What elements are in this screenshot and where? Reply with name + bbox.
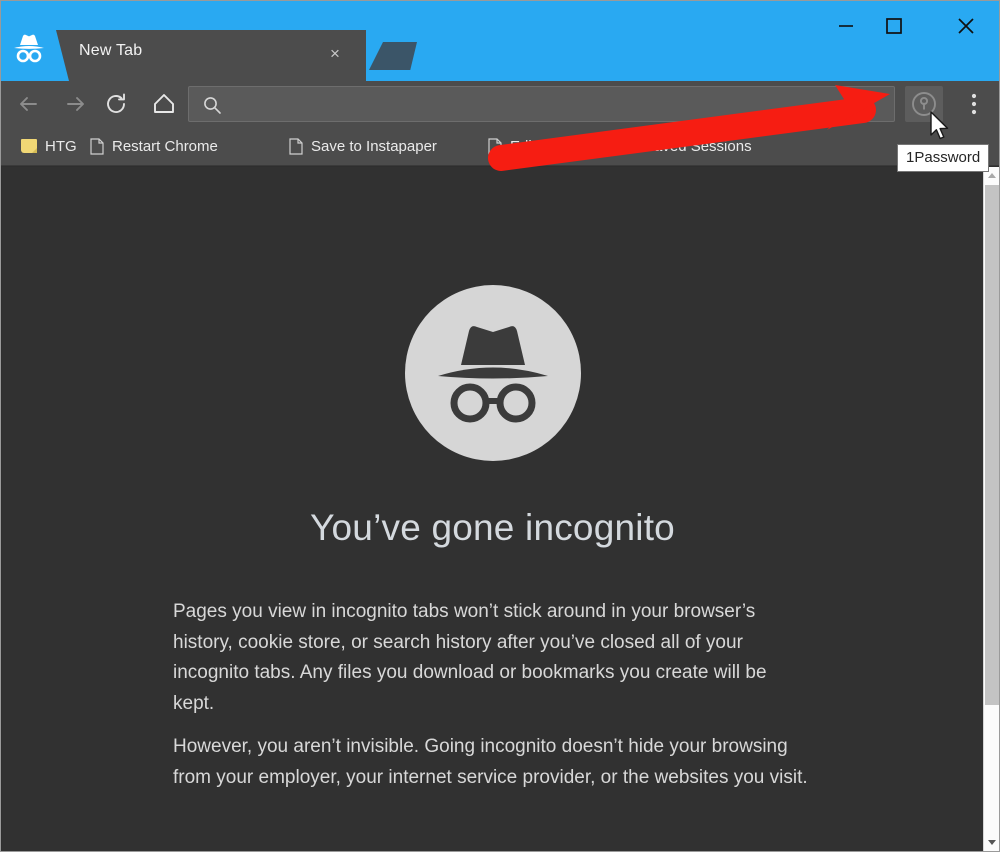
page-icon	[90, 137, 104, 155]
address-bar-input[interactable]	[231, 95, 871, 115]
bookmark-label: Edit Page	[510, 137, 576, 155]
1password-toolbar-button[interactable]	[905, 86, 943, 122]
bookmark-edit-page[interactable]: Edit Page	[482, 126, 581, 166]
bookmark-label: Save to Instapaper	[311, 137, 437, 155]
reload-icon[interactable]	[100, 88, 134, 120]
new-tab-button[interactable]	[369, 42, 417, 70]
bookmark-label: Saved Sessions	[644, 137, 752, 155]
incognito-paragraph-2: However, you aren’t invisible. Going inc…	[173, 736, 808, 788]
bookmark-label: HTG	[45, 137, 77, 155]
chrome-menu-icon[interactable]	[959, 87, 989, 121]
bookmarks-bar: HTG Restart Chrome Save to Instapaper Ed…	[1, 126, 999, 166]
incognito-paragraph-1: Pages you view in incognito tabs won’t s…	[173, 601, 767, 714]
address-bar[interactable]	[188, 86, 895, 122]
bookmark-restart-chrome[interactable]: Restart Chrome	[84, 126, 224, 166]
scrollbar-down-arrow-icon[interactable]	[984, 834, 999, 851]
back-icon[interactable]	[13, 88, 47, 120]
bookmark-saved-sessions[interactable]: Saved Sessions	[614, 126, 758, 166]
folder-icon	[21, 139, 37, 153]
tab-close-icon[interactable]: ×	[323, 42, 347, 66]
incognito-hat-glasses-icon	[404, 285, 581, 461]
tooltip-1password: 1Password	[897, 144, 990, 172]
window-close-button[interactable]	[942, 6, 990, 46]
page-title: You’ve gone incognito	[310, 507, 675, 548]
tab-title: New Tab	[79, 42, 143, 59]
bookmark-htg[interactable]: HTG	[15, 126, 83, 166]
folder-icon	[620, 139, 636, 153]
search-icon	[202, 95, 222, 115]
page-icon	[289, 137, 303, 155]
incognito-new-tab-page: You’ve gone incognito Pages you view in …	[2, 167, 983, 851]
forward-icon[interactable]	[58, 88, 92, 120]
chrome-incognito-window: New Tab × HTG Restart Chrome Save to Ins…	[0, 0, 1000, 852]
scrollbar-thumb[interactable]	[985, 185, 999, 705]
window-titlebar: New Tab ×	[1, 1, 999, 81]
bookmark-save-to-instapaper[interactable]: Save to Instapaper	[283, 126, 443, 166]
page-icon	[488, 137, 502, 155]
incognito-badge-icon	[9, 33, 49, 65]
bookmark-label: Restart Chrome	[112, 137, 218, 155]
window-minimize-button[interactable]	[823, 6, 869, 46]
vertical-scrollbar[interactable]	[983, 167, 999, 851]
home-icon[interactable]	[147, 88, 181, 120]
window-maximize-button[interactable]	[871, 6, 917, 46]
